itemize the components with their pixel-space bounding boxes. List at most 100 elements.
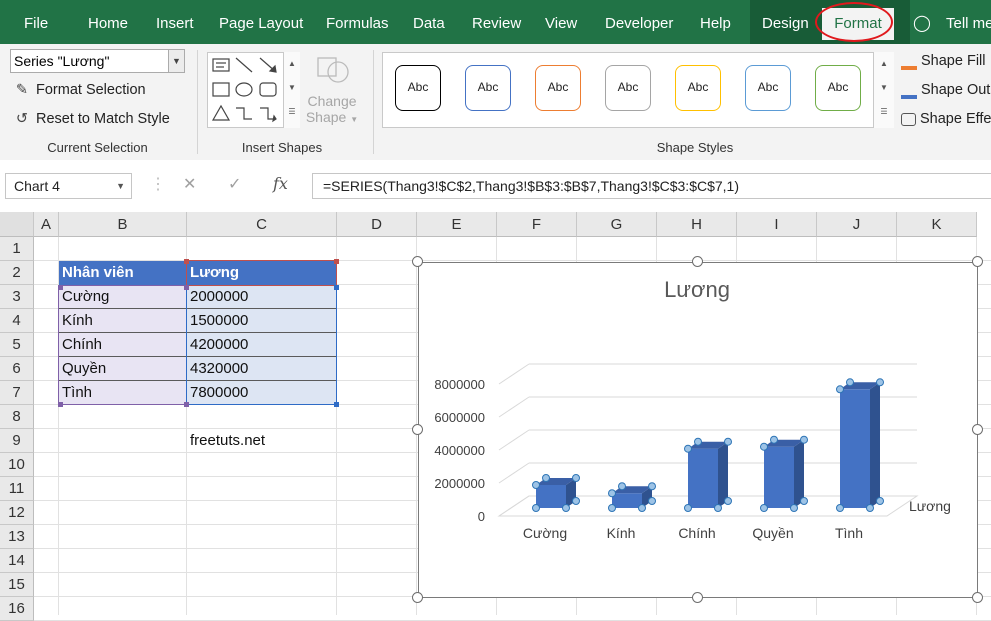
chevron-down-icon[interactable]: ▼ (168, 50, 184, 72)
range-handle[interactable] (334, 285, 339, 290)
range-handle[interactable] (184, 285, 189, 290)
range-handle[interactable] (334, 402, 339, 407)
menu-review[interactable]: Review (472, 0, 521, 48)
chart-title[interactable]: Lương (664, 277, 730, 302)
range-handle[interactable] (58, 402, 63, 407)
more-options-icon[interactable]: ⋮ (150, 174, 166, 194)
row-header-11[interactable]: 11 (0, 477, 34, 501)
change-shape-button[interactable]: Change Shape ▼ (304, 50, 360, 132)
chart-resize-handle[interactable] (972, 592, 983, 603)
x-tick-label: Chính (678, 525, 715, 541)
range-handle[interactable] (184, 259, 189, 264)
menu-view[interactable]: View (545, 0, 577, 48)
row-header-1[interactable]: 1 (0, 237, 34, 261)
chevron-down-icon[interactable]: ▼ (116, 174, 125, 198)
chevron-up-icon[interactable]: ▲ (284, 52, 300, 76)
menu-design[interactable]: Design (762, 0, 809, 48)
legend-entry[interactable]: Lương (909, 498, 951, 514)
shape-style-swatch[interactable]: Abc (465, 65, 511, 111)
menu-insert[interactable]: Insert (156, 0, 194, 48)
menu-developer[interactable]: Developer (605, 0, 673, 48)
shape-fill-button[interactable]: Shape Fill (901, 50, 985, 72)
menu-help[interactable]: Help (700, 0, 731, 48)
row-header-16[interactable]: 16 (0, 597, 34, 621)
more-icon[interactable]: ☰ (874, 100, 894, 124)
menu-home[interactable]: Home (88, 0, 128, 48)
range-handle[interactable] (58, 285, 63, 290)
column-header-i[interactable]: I (737, 212, 817, 237)
y-tick-label: 2000000 (434, 476, 485, 491)
chart-resize-handle[interactable] (692, 592, 703, 603)
row-header-7[interactable]: 7 (0, 381, 34, 405)
range-handle[interactable] (334, 259, 339, 264)
chart-resize-handle[interactable] (972, 256, 983, 267)
row-header-9[interactable]: 9 (0, 429, 34, 453)
chart-resize-handle[interactable] (412, 256, 423, 267)
shape-style-swatch[interactable]: Abc (395, 65, 441, 111)
column-header-h[interactable]: H (657, 212, 737, 237)
cancel-icon[interactable]: ✕ (183, 174, 196, 194)
chevron-down-icon[interactable]: ▼ (874, 76, 894, 100)
menu-page-layout[interactable]: Page Layout (219, 0, 303, 48)
shape-style-swatch[interactable]: Abc (605, 65, 651, 111)
more-icon[interactable]: ☰ (284, 100, 300, 124)
chevron-down-icon[interactable]: ▼ (284, 76, 300, 100)
shape-style-swatch[interactable]: Abc (815, 65, 861, 111)
menu-file[interactable]: File (24, 0, 48, 48)
oval-shape-icon (235, 82, 253, 97)
series-selection-handle (648, 482, 656, 491)
formula-input[interactable]: =SERIES(Thang3!$C$2,Thang3!$B$3:$B$7,Tha… (312, 173, 991, 199)
select-all-corner[interactable] (0, 212, 34, 237)
column-header-f[interactable]: F (497, 212, 577, 237)
note-cell[interactable]: freetuts.net (187, 429, 337, 453)
chart-resize-handle[interactable] (972, 424, 983, 435)
row-header-10[interactable]: 10 (0, 453, 34, 477)
shape-style-swatch[interactable]: Abc (675, 65, 721, 111)
row-header-13[interactable]: 13 (0, 525, 34, 549)
row-header-12[interactable]: 12 (0, 501, 34, 525)
enter-check-icon[interactable]: ✓ (228, 174, 241, 194)
column-header-e[interactable]: E (417, 212, 497, 237)
table-header-cell[interactable]: Nhân viên (59, 261, 186, 285)
shapes-gallery-scroll[interactable]: ▲ ▼ ☰ (283, 52, 300, 128)
row-header-8[interactable]: 8 (0, 405, 34, 429)
column-header-j[interactable]: J (817, 212, 897, 237)
chart-resize-handle[interactable] (412, 592, 423, 603)
chart-resize-handle[interactable] (412, 424, 423, 435)
column-header-c[interactable]: C (187, 212, 337, 237)
row-header-2[interactable]: 2 (0, 261, 34, 285)
format-selection-button[interactable]: ✎ Format Selection (12, 79, 146, 101)
pen-outline-icon (901, 81, 917, 100)
row-header-3[interactable]: 3 (0, 285, 34, 309)
chart-resize-handle[interactable] (692, 256, 703, 267)
range-handle[interactable] (184, 402, 189, 407)
shape-styles-scroll[interactable]: ▲ ▼ ☰ (873, 52, 894, 128)
menu-formulas[interactable]: Formulas (326, 0, 389, 48)
column-header-g[interactable]: G (577, 212, 657, 237)
row-header-4[interactable]: 4 (0, 309, 34, 333)
column-header-b[interactable]: B (59, 212, 187, 237)
insert-function-icon[interactable]: fx (273, 174, 288, 193)
bar-side (870, 382, 880, 508)
chart-element-select[interactable]: Series "Lương" ▼ (10, 49, 185, 73)
reset-to-match-style-button[interactable]: ↺ Reset to Match Style (12, 108, 170, 130)
shape-style-swatch[interactable]: Abc (745, 65, 791, 111)
shape-effects-button[interactable]: Shape Effe (901, 108, 991, 130)
chevron-up-icon[interactable]: ▲ (874, 52, 894, 76)
chart-area[interactable]: Lương 0 2000000 4000000 6000000 8000000 Cường… (418, 262, 978, 598)
column-header-a[interactable]: A (34, 212, 59, 237)
bar-front (688, 448, 718, 508)
name-box[interactable]: Chart 4 ▼ (5, 173, 132, 199)
row-header-5[interactable]: 5 (0, 333, 34, 357)
series-selection-handle (648, 497, 656, 505)
shape-outline-button[interactable]: Shape Out (901, 79, 990, 101)
menu-data[interactable]: Data (413, 0, 445, 48)
tell-me-search[interactable]: Tell me (946, 0, 991, 48)
shape-style-swatch[interactable]: Abc (535, 65, 581, 111)
column-header-d[interactable]: D (337, 212, 417, 237)
row-header-6[interactable]: 6 (0, 357, 34, 381)
row-header-15[interactable]: 15 (0, 573, 34, 597)
column-header-k[interactable]: K (897, 212, 977, 237)
bar-front (764, 446, 794, 508)
row-header-14[interactable]: 14 (0, 549, 34, 573)
